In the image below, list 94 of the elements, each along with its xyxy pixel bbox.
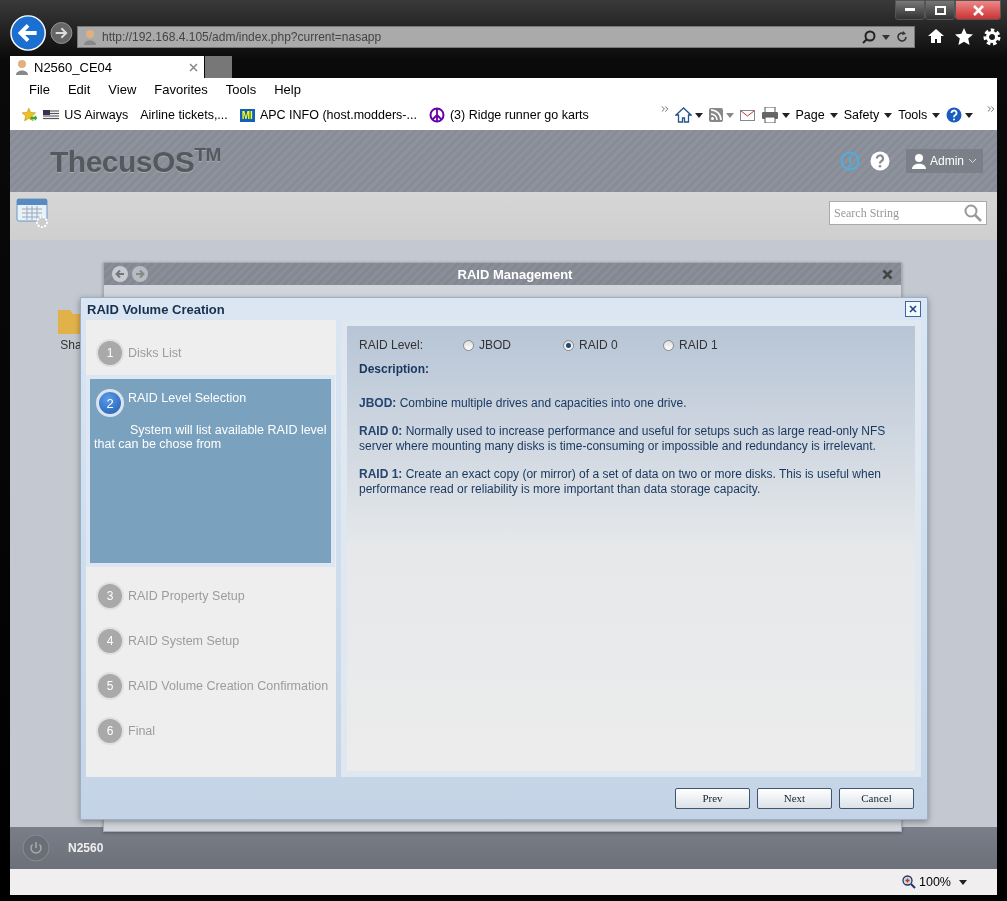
step-number: 4 (96, 626, 124, 655)
forward-button[interactable] (50, 21, 73, 45)
minimize-icon (905, 8, 915, 12)
radio-label[interactable]: RAID 0 (579, 338, 618, 352)
address-bar[interactable]: http://192.168.4.105/adm/index.php?current=nasapp (77, 26, 915, 48)
close-icon[interactable] (189, 62, 198, 72)
menu-item[interactable]: View (99, 81, 146, 97)
caret-icon (959, 879, 967, 885)
step-number: 6 (96, 716, 124, 745)
command-menu[interactable]: Safety (843, 108, 893, 122)
back-button[interactable] (10, 14, 47, 52)
favorite-link[interactable]: US Airways (64, 108, 129, 122)
maximize-icon (934, 5, 946, 15)
chevron-icon[interactable] (987, 105, 995, 113)
site-badge: MI (239, 108, 255, 122)
menu-item[interactable]: Help (265, 81, 310, 97)
chevron-icon[interactable] (660, 105, 669, 113)
settings-icon[interactable] (983, 28, 1001, 46)
step-label: RAID Volume Creation Confirmation (128, 678, 329, 693)
description-paragraph: RAID 0: Normally used to increase performance and useful for setups such as large read-only NFS server where mounting many disks is time-consuming or impossible and redundancy is irrelevant. (359, 424, 887, 454)
description-paragraph: RAID 1: Create an exact copy (or mirror) of a set of data on two or more disks. This is useful when performance read or reliability is more important than data storage capacity. (359, 467, 882, 496)
close-icon (972, 4, 984, 16)
maximize-button[interactable] (925, 0, 955, 20)
minimize-button[interactable] (895, 0, 925, 20)
zoom-icon (902, 875, 916, 889)
step-number: 2 (96, 389, 124, 417)
command-menu[interactable]: Tools (898, 108, 941, 122)
flag-icon (43, 110, 60, 120)
caret-icon (781, 112, 790, 118)
close-icon (909, 305, 917, 313)
dialog-button[interactable]: Prev (675, 787, 750, 809)
caret-icon (884, 112, 893, 118)
step-label: Final (128, 723, 156, 738)
user-icon (912, 153, 926, 169)
caret-icon (725, 112, 734, 118)
peace-icon (428, 107, 445, 123)
step-number: 5 (96, 671, 124, 700)
description-paragraph: JBOD: Combine multiple drives and capacities into one drive. (359, 396, 688, 411)
step-label: RAID Property Setup (128, 588, 245, 603)
favorites-star-icon[interactable] (22, 107, 38, 123)
step-number: 3 (96, 581, 124, 610)
radio-button[interactable] (463, 339, 474, 351)
refresh-icon[interactable] (896, 31, 908, 43)
step-label: RAID System Setup (128, 633, 240, 648)
close-button[interactable] (955, 0, 1001, 20)
zoom-level[interactable]: 100% (902, 875, 951, 889)
app-logo: ThecusOS$^{TM}$ (50, 143, 221, 179)
person-icon (84, 29, 96, 45)
radio-button[interactable] (563, 339, 574, 351)
window-title: RAID Management (456, 266, 574, 282)
home-icon[interactable] (927, 28, 945, 44)
field-label: RAID Level: (359, 338, 425, 352)
mail-icon[interactable] (739, 109, 755, 121)
help-icon[interactable] (946, 107, 963, 123)
step-description: System will list available RAID level that can be chose from (94, 423, 327, 451)
person-icon (16, 59, 28, 75)
favorite-link[interactable]: APC INFO (host.modders-... (259, 108, 417, 122)
home-icon[interactable] (674, 107, 692, 123)
star-icon[interactable] (955, 28, 973, 45)
description-heading: Description: (359, 362, 430, 376)
calendar-gear-icon[interactable] (16, 198, 50, 228)
caret-icon (882, 34, 890, 40)
caret-icon (932, 112, 941, 118)
dialog-button[interactable]: Cancel (839, 787, 914, 809)
radio-label[interactable]: RAID 1 (679, 338, 718, 352)
dialog-title: RAID Volume Creation (87, 301, 225, 317)
menu-item[interactable]: Favorites (145, 81, 217, 97)
command-menu[interactable]: Page (795, 108, 838, 122)
rss-icon[interactable] (708, 108, 723, 122)
user-menu[interactable]: Admin (906, 149, 983, 173)
caret-icon (965, 112, 974, 118)
step-label: RAID Level Selection (128, 391, 247, 405)
help-icon[interactable] (870, 151, 890, 171)
device-name: N2560 (68, 841, 104, 855)
step-number: 1 (96, 338, 124, 367)
caret-icon (694, 112, 703, 118)
radio-label[interactable]: JBOD (479, 338, 511, 352)
search-icon (964, 204, 982, 222)
step-label: Disks List (128, 345, 182, 360)
chevron-down-icon (968, 158, 977, 164)
favorite-link[interactable]: (3) Ridge runner go karts (449, 108, 589, 122)
favorite-link[interactable]: Airline tickets,... (140, 108, 228, 122)
menu-item[interactable]: Tools (216, 81, 266, 97)
radio-button[interactable] (663, 339, 674, 351)
search-icon[interactable] (862, 30, 876, 44)
caret-icon (829, 112, 838, 118)
close-icon[interactable] (882, 268, 893, 280)
dialog-button[interactable]: Next (757, 787, 832, 809)
printer-icon[interactable] (760, 107, 779, 123)
power-button[interactable] (22, 834, 50, 862)
menu-item[interactable]: File (20, 81, 59, 97)
menu-item[interactable]: Edit (58, 81, 100, 97)
close-button[interactable] (905, 301, 921, 317)
browser-tab[interactable]: N2560_CE04 (10, 56, 204, 78)
